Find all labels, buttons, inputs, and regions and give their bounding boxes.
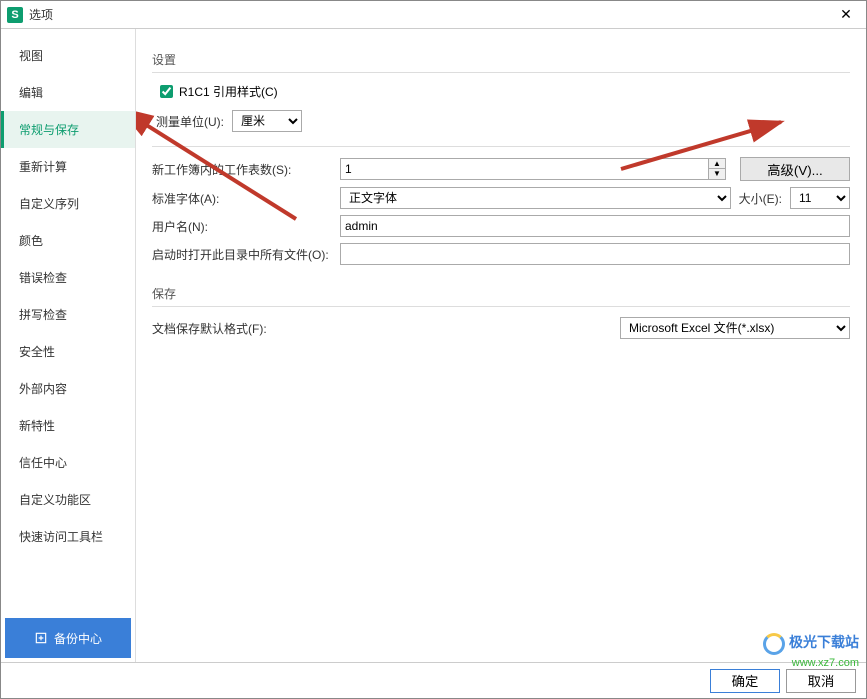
- sidebar: 视图编辑常规与保存重新计算自定义序列颜色错误检查拼写检查安全性外部内容新特性信任…: [1, 29, 136, 662]
- format-select[interactable]: Microsoft Excel 文件(*.xlsx): [620, 317, 850, 339]
- window-title: 选项: [29, 6, 832, 23]
- open-input[interactable]: [340, 243, 850, 265]
- r1c1-label: R1C1 引用样式(C): [179, 83, 278, 100]
- sidebar-item-5[interactable]: 颜色: [1, 222, 135, 259]
- sidebar-item-7[interactable]: 拼写检查: [1, 296, 135, 333]
- sidebar-item-13[interactable]: 快速访问工具栏: [1, 518, 135, 555]
- sidebar-item-11[interactable]: 信任中心: [1, 444, 135, 481]
- backup-center-button[interactable]: 备份中心: [5, 618, 131, 658]
- sidebar-item-0[interactable]: 视图: [1, 37, 135, 74]
- app-icon: S: [7, 7, 23, 23]
- sidebar-item-6[interactable]: 错误检查: [1, 259, 135, 296]
- unit-label: 测量单位(U):: [156, 113, 224, 130]
- sheets-spinner[interactable]: ▲▼: [709, 158, 726, 180]
- advanced-button[interactable]: 高级(V)...: [740, 157, 850, 181]
- sidebar-item-2[interactable]: 常规与保存: [1, 111, 135, 148]
- sidebar-item-1[interactable]: 编辑: [1, 74, 135, 111]
- content: 设置 R1C1 引用样式(C) 测量单位(U): 厘米 新工作簿内的工作表数(S…: [136, 29, 866, 662]
- r1c1-checkbox[interactable]: [160, 85, 173, 98]
- cancel-button[interactable]: 取消: [786, 669, 856, 693]
- user-label: 用户名(N):: [152, 218, 332, 235]
- size-select[interactable]: 11: [790, 187, 850, 209]
- backup-icon: [34, 631, 48, 645]
- close-button[interactable]: ✕: [832, 1, 860, 29]
- format-label: 文档保存默认格式(F):: [152, 320, 332, 337]
- sheets-input[interactable]: [340, 158, 709, 180]
- watermark-logo-icon: [763, 633, 785, 655]
- size-label: 大小(E):: [739, 190, 782, 207]
- sidebar-item-9[interactable]: 外部内容: [1, 370, 135, 407]
- font-label: 标准字体(A):: [152, 190, 332, 207]
- sidebar-item-3[interactable]: 重新计算: [1, 148, 135, 185]
- section-save-head: 保存: [152, 281, 850, 307]
- section-settings-head: 设置: [152, 47, 850, 73]
- sidebar-item-10[interactable]: 新特性: [1, 407, 135, 444]
- unit-select[interactable]: 厘米: [232, 110, 302, 132]
- ok-button[interactable]: 确定: [710, 669, 780, 693]
- backup-label: 备份中心: [54, 630, 102, 647]
- font-select[interactable]: 正文字体: [340, 187, 731, 209]
- open-label: 启动时打开此目录中所有文件(O):: [152, 246, 332, 263]
- sidebar-item-4[interactable]: 自定义序列: [1, 185, 135, 222]
- sidebar-item-8[interactable]: 安全性: [1, 333, 135, 370]
- footer: 确定 取消: [1, 662, 866, 698]
- sidebar-item-12[interactable]: 自定义功能区: [1, 481, 135, 518]
- watermark: 极光下载站 www.xz7.com: [763, 632, 859, 669]
- titlebar: S 选项 ✕: [1, 1, 866, 29]
- sheets-label: 新工作簿内的工作表数(S):: [152, 161, 332, 178]
- user-input[interactable]: [340, 215, 850, 237]
